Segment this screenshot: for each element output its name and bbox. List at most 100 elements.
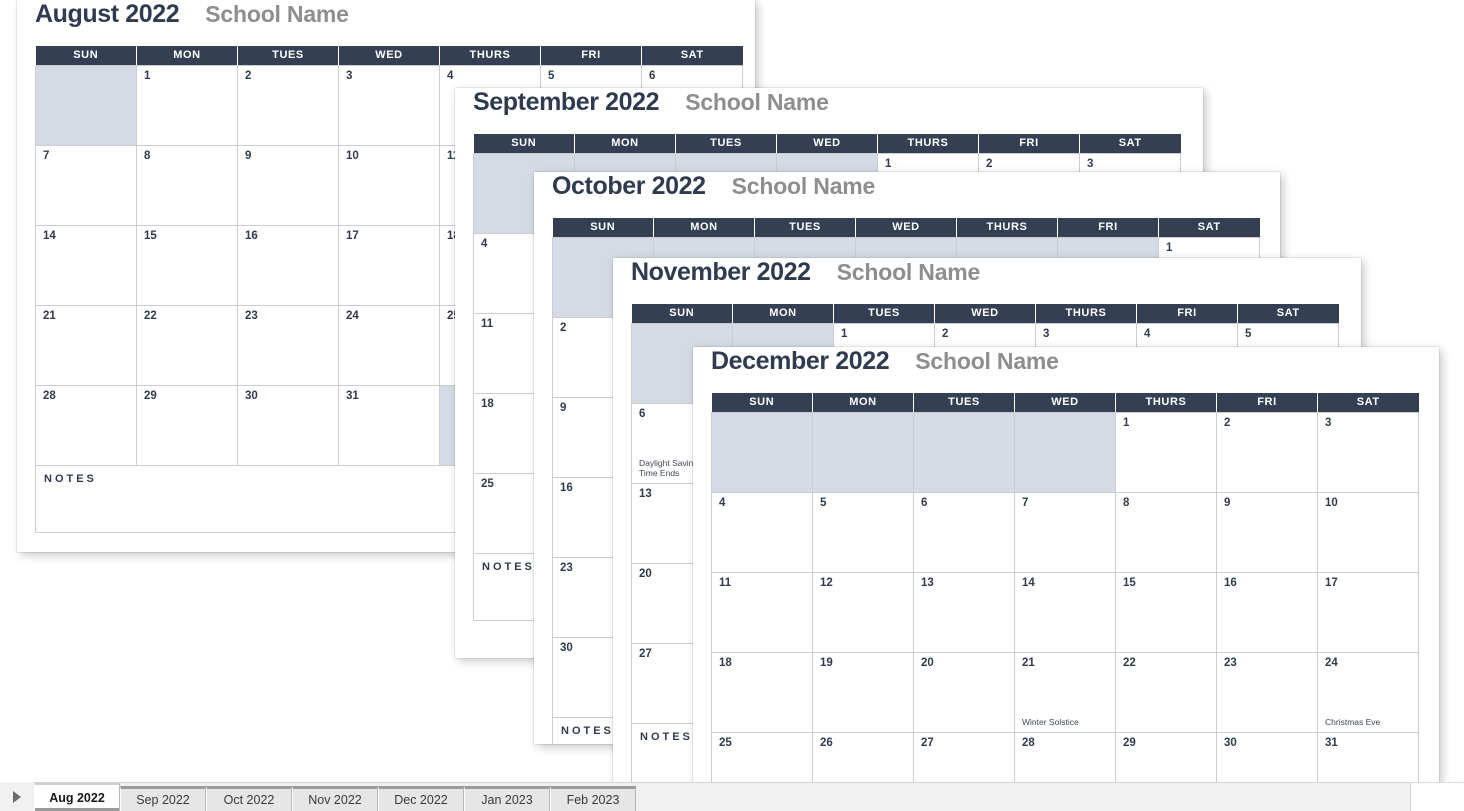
calendar-cell-day-3[interactable]: 3	[1317, 411, 1419, 493]
sheet-tab-sep-2022[interactable]: Sep 2022	[120, 786, 206, 811]
weekday-header-fri: FRI	[540, 46, 642, 66]
weekday-header-wed: WED	[934, 304, 1036, 324]
calendar-cell-empty[interactable]	[812, 411, 914, 493]
calendar-cell-day-8[interactable]: 8	[1115, 491, 1217, 573]
weekday-header-sat: SAT	[1158, 218, 1260, 238]
calendar-cell-day-6[interactable]: 6	[913, 491, 1015, 573]
weekday-header-sun: SUN	[631, 304, 733, 324]
day-number: 7	[1022, 496, 1029, 509]
calendar-cell-day-17[interactable]: 17	[1317, 571, 1419, 653]
calendar-cell-day-10[interactable]: 10	[338, 144, 440, 226]
calendar-cell-day-20[interactable]: 20	[913, 651, 1015, 733]
calendar-cell-day-10[interactable]: 10	[1317, 491, 1419, 573]
play-arrow-glyph	[13, 790, 21, 803]
weekday-header-fri: FRI	[1057, 218, 1159, 238]
school-name-label: School Name	[836, 259, 981, 285]
calendar-cell-day-7[interactable]: 7	[35, 144, 137, 226]
calendar-cell-day-2[interactable]: 2	[237, 64, 339, 146]
calendar-cell-day-8[interactable]: 8	[136, 144, 238, 226]
weekday-header-sat: SAT	[1317, 393, 1419, 413]
calendar-cell-day-30[interactable]: 30	[237, 384, 339, 466]
weekday-header-row: SUN MON TUES WED THURS FRI SAT	[473, 134, 1181, 154]
day-number: 21	[43, 309, 56, 322]
calendar-cell-day-17[interactable]: 17	[338, 224, 440, 306]
school-name-label: School Name	[205, 1, 349, 27]
calendar-cell-day-21[interactable]: 21 Winter Solstice	[1014, 651, 1116, 733]
calendar-cell-day-31[interactable]: 31	[338, 384, 440, 466]
day-number: 15	[1123, 576, 1136, 589]
day-number: 24	[1325, 656, 1338, 669]
weekday-header-tues: TUES	[913, 393, 1015, 413]
day-number: 8	[144, 149, 151, 162]
calendar-cell-day-21[interactable]: 21	[35, 304, 137, 386]
calendar-cell-day-1[interactable]: 1	[136, 64, 238, 146]
day-number: 2	[245, 69, 252, 82]
sheet-tabs: Aug 2022 Sep 2022 Oct 2022 Nov 2022 Dec 2022…	[34, 782, 636, 811]
sheet-tab-nov-2022[interactable]: Nov 2022	[292, 786, 378, 811]
calendar-cell-day-29[interactable]: 29	[136, 384, 238, 466]
calendar-cell-day-7[interactable]: 7	[1014, 491, 1116, 573]
tab-bar-filler	[1410, 782, 1464, 811]
calendar-cell-day-19[interactable]: 19	[812, 651, 914, 733]
sheet-tab-feb-2023[interactable]: Feb 2023	[550, 786, 636, 811]
weekday-header-row: SUN MON TUES WED THURS FRI SAT	[35, 46, 743, 66]
day-number: 14	[43, 229, 56, 242]
calendar-cell-day-16[interactable]: 16	[1216, 571, 1318, 653]
day-number: 3	[346, 69, 353, 82]
calendar-cell-day-28[interactable]: 28	[35, 384, 137, 466]
calendar-cell-day-11[interactable]: 11	[711, 571, 813, 653]
sheet-tab-label: Sep 2022	[136, 793, 190, 807]
sheet-tab-bar[interactable]: Aug 2022 Sep 2022 Oct 2022 Nov 2022 Dec 2022…	[0, 782, 1410, 811]
calendar-cell-day-1[interactable]: 1	[1115, 411, 1217, 493]
calendar-header-december: December 2022 School Name	[693, 347, 1439, 393]
calendar-cell-day-14[interactable]: 14	[1014, 571, 1116, 653]
calendar-cell-empty[interactable]	[35, 64, 137, 146]
calendar-cell-day-24[interactable]: 24	[338, 304, 440, 386]
day-number: 1	[841, 327, 848, 340]
play-arrow-icon[interactable]	[0, 782, 34, 811]
calendar-cell-empty[interactable]	[913, 411, 1015, 493]
sheet-tab-jan-2023[interactable]: Jan 2023	[464, 786, 550, 811]
calendar-cell-day-2[interactable]: 2	[1216, 411, 1318, 493]
sheet-tab-aug-2022[interactable]: Aug 2022	[34, 782, 120, 811]
weekday-header-tues: TUES	[754, 218, 856, 238]
sheet-tab-oct-2022[interactable]: Oct 2022	[206, 786, 292, 811]
calendar-cell-day-12[interactable]: 12	[812, 571, 914, 653]
day-number: 2	[1224, 416, 1231, 429]
calendar-cell-empty[interactable]	[711, 411, 813, 493]
sheet-tab-dec-2022[interactable]: Dec 2022	[378, 786, 464, 811]
day-number: 16	[1224, 576, 1237, 589]
month-title: August 2022	[35, 0, 180, 28]
calendar-cell-day-13[interactable]: 13	[913, 571, 1015, 653]
calendar-week-row: 18 19 20 21 Winter Solstice 22 23 24 Christmas E…	[711, 651, 1419, 733]
calendar-cell-day-22[interactable]: 22	[1115, 651, 1217, 733]
day-number: 17	[346, 229, 359, 242]
calendar-cell-day-15[interactable]: 15	[136, 224, 238, 306]
weekday-header-fri: FRI	[1136, 304, 1238, 324]
calendar-cell-day-23[interactable]: 23	[1216, 651, 1318, 733]
weekday-header-sat: SAT	[1237, 304, 1339, 324]
day-number: 23	[245, 309, 258, 322]
day-number: 4	[719, 496, 726, 509]
calendar-cell-day-4[interactable]: 4	[711, 491, 813, 573]
day-number: 26	[820, 736, 833, 749]
weekday-header-sun: SUN	[552, 218, 654, 238]
calendar-cell-day-18[interactable]: 18	[711, 651, 813, 733]
calendar-header-september: September 2022 School Name	[455, 88, 1203, 134]
day-number: 31	[1325, 736, 1338, 749]
calendar-cell-day-3[interactable]: 3	[338, 64, 440, 146]
calendar-cell-empty[interactable]	[1014, 411, 1116, 493]
calendar-cell-day-9[interactable]: 9	[1216, 491, 1318, 573]
calendar-cell-day-15[interactable]: 15	[1115, 571, 1217, 653]
day-number: 14	[1022, 576, 1035, 589]
calendar-cell-day-14[interactable]: 14	[35, 224, 137, 306]
calendar-cell-day-16[interactable]: 16	[237, 224, 339, 306]
calendar-cell-day-5[interactable]: 5	[812, 491, 914, 573]
calendar-cell-day-23[interactable]: 23	[237, 304, 339, 386]
calendar-cell-day-9[interactable]: 9	[237, 144, 339, 226]
calendar-cell-day-22[interactable]: 22	[136, 304, 238, 386]
calendar-cell-day-24[interactable]: 24 Christmas Eve	[1317, 651, 1419, 733]
weekday-header-thurs: THURS	[956, 218, 1058, 238]
calendar-panel-december[interactable]: December 2022 School Name SUN MON TUES WED THU…	[693, 347, 1439, 811]
day-number: 1	[1123, 416, 1130, 429]
